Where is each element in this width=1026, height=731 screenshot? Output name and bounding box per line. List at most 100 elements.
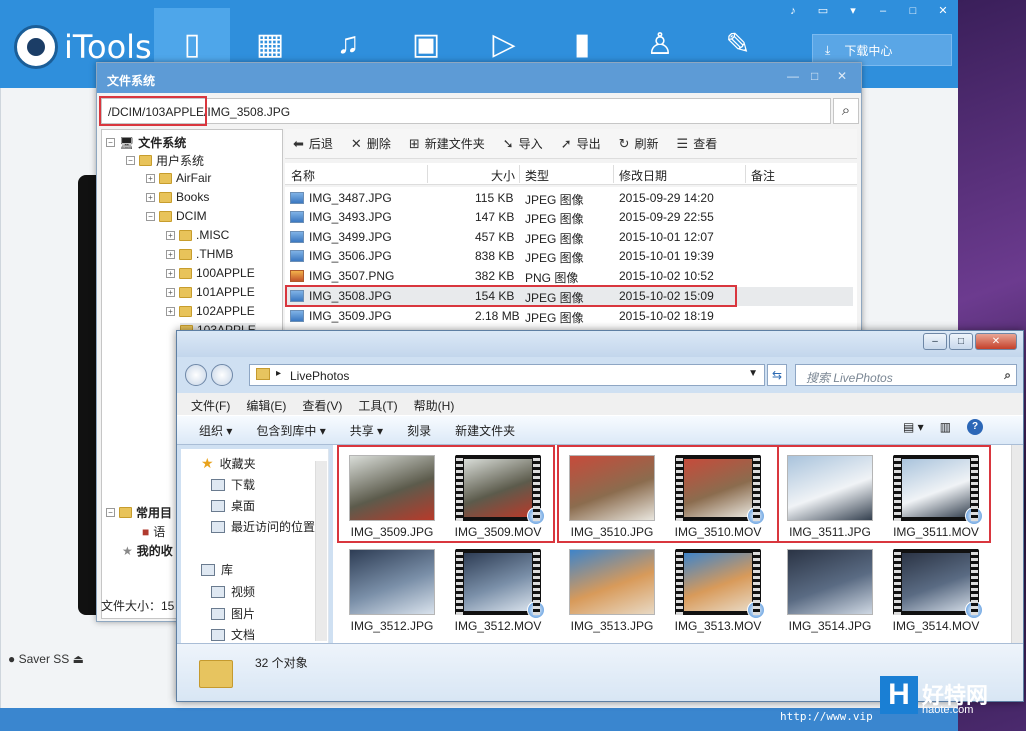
maximize-icon[interactable]: □ <box>811 69 818 83</box>
nav-scrollbar[interactable] <box>315 461 327 641</box>
settings-icon[interactable]: ▾ <box>846 4 860 18</box>
close-icon[interactable]: ✕ <box>936 4 950 18</box>
search-icon[interactable]: ⌕ <box>1004 368 1011 383</box>
content-scrollbar[interactable] <box>1011 445 1023 643</box>
delete-button[interactable]: ✕ 删除 <box>351 135 391 152</box>
column-note[interactable]: 备注 <box>751 167 775 184</box>
view-options-icon[interactable]: ▤ ▾ <box>903 420 924 434</box>
menu-tools[interactable]: 工具(T) <box>358 397 397 415</box>
menu-help[interactable]: 帮助(H) <box>414 397 455 415</box>
eject-icon[interactable]: ⏏ <box>73 652 84 666</box>
close-icon[interactable]: ✕ <box>837 69 847 83</box>
collapse-icon[interactable]: − <box>146 211 155 221</box>
table-row[interactable]: IMG_3507.PNG 382 KB PNG 图像 2015-10-02 10:52 <box>285 267 853 286</box>
photo-thumbnail[interactable]: IMG_3513.JPG <box>559 545 665 641</box>
nav-videos[interactable]: 视频 <box>211 583 255 600</box>
tree-item-favorites[interactable]: ★ 我的收 <box>122 542 173 559</box>
maximize-icon[interactable]: □ <box>906 4 920 18</box>
column-divider[interactable] <box>613 165 614 183</box>
table-row[interactable]: IMG_3493.JPG 147 KB JPEG 图像 2015-09-29 22:5… <box>285 208 853 227</box>
tree-root[interactable]: − 🖥 文件系统 <box>106 134 186 151</box>
breadcrumb[interactable]: LivePhotos <box>290 369 349 383</box>
tree-user-system[interactable]: − 用户系统 <box>126 152 204 169</box>
tree-label: DCIM <box>176 209 207 223</box>
minimize-icon[interactable]: — <box>787 69 799 83</box>
menu-edit[interactable]: 编辑(E) <box>246 397 286 415</box>
tree-item-books[interactable]: + Books <box>146 190 209 204</box>
column-date[interactable]: 修改日期 <box>619 167 667 184</box>
collapse-icon[interactable]: − <box>126 156 135 165</box>
expand-icon[interactable]: + <box>166 287 175 297</box>
chat-icon[interactable]: ▭ <box>816 4 830 18</box>
video-thumbnail[interactable]: IMG_3513.MOV <box>665 545 771 641</box>
maximize-icon[interactable]: □ <box>949 333 973 350</box>
view-button[interactable]: ☰ 查看 <box>677 135 718 152</box>
back-icon[interactable] <box>185 364 207 386</box>
column-divider[interactable] <box>519 165 520 183</box>
nav-desktop[interactable]: 桌面 <box>211 497 255 514</box>
file-date: 2015-09-29 14:20 <box>619 191 714 205</box>
photo-thumbnail[interactable]: IMG_3512.JPG <box>339 545 445 641</box>
column-name[interactable]: 名称 <box>291 167 315 184</box>
search-input[interactable]: 搜索 LivePhotos ⌕ <box>795 364 1017 386</box>
new-folder-button[interactable]: 新建文件夹 <box>455 422 515 439</box>
nav-recent-places[interactable]: 最近访问的位置 <box>211 518 315 535</box>
tree-item-misc[interactable]: + .MISC <box>166 228 229 242</box>
address-bar[interactable]: ▸ LivePhotos ▼ <box>249 364 765 386</box>
help-icon[interactable]: ? <box>967 419 984 435</box>
nav-downloads[interactable]: 下载 <box>211 476 255 493</box>
expand-icon[interactable]: + <box>166 230 175 240</box>
table-row[interactable]: IMG_3487.JPG 115 KB JPEG 图像 2015-09-29 14:2… <box>285 189 853 208</box>
tree-item-airfair[interactable]: + AirFair <box>146 171 211 185</box>
menu-view[interactable]: 查看(V) <box>302 397 342 415</box>
tree-item-101apple[interactable]: +101APPLE <box>166 285 255 299</box>
video-thumbnail[interactable]: IMG_3514.MOV <box>883 545 989 641</box>
expand-icon[interactable]: + <box>146 192 155 202</box>
tree-item-voice[interactable]: ■ 语 <box>142 523 165 540</box>
share-button[interactable]: 共享 ▾ <box>350 422 383 439</box>
tree-item-dcim[interactable]: − DCIM <box>146 209 207 223</box>
column-size[interactable]: 大小 <box>491 167 515 184</box>
tree-item-102apple[interactable]: +102APPLE <box>166 304 255 318</box>
organize-button[interactable]: 组织 ▾ <box>199 422 232 439</box>
expand-icon[interactable]: + <box>166 268 175 278</box>
collapse-icon[interactable]: − <box>106 138 115 147</box>
include-in-library-button[interactable]: 包含到库中 ▾ <box>256 422 325 439</box>
export-button[interactable]: ➚ 导出 <box>561 135 601 152</box>
collapse-icon[interactable]: − <box>106 508 115 517</box>
photo-thumbnail[interactable]: IMG_3514.JPG <box>777 545 883 641</box>
table-row[interactable]: IMG_3506.JPG 838 KB JPEG 图像 2015-10-01 19:3… <box>285 247 853 266</box>
back-button[interactable]: ⬅ 后退 <box>293 135 333 152</box>
nav-pictures[interactable]: 图片 <box>211 605 255 622</box>
expand-icon[interactable]: + <box>166 306 175 316</box>
table-row[interactable]: IMG_3509.JPG 2.18 MB JPEG 图像 2015-10-02 18:… <box>285 307 853 326</box>
table-row[interactable]: IMG_3499.JPG 457 KB JPEG 图像 2015-10-01 12:0… <box>285 228 853 247</box>
tree-item-100apple[interactable]: +100APPLE <box>166 266 255 280</box>
nav-favorites[interactable]: ★ 收藏夹 <box>201 455 256 472</box>
burn-button[interactable]: 刻录 <box>407 422 431 439</box>
refresh-button[interactable]: ↻ 刷新 <box>619 135 659 152</box>
forward-icon[interactable] <box>211 364 233 386</box>
menu-file[interactable]: 文件(F) <box>191 397 230 415</box>
expand-icon[interactable]: + <box>146 173 155 183</box>
chevron-down-icon[interactable]: ▼ <box>748 368 758 379</box>
column-divider[interactable] <box>745 165 746 183</box>
nav-libraries[interactable]: 库 <box>201 561 233 578</box>
video-thumbnail[interactable]: IMG_3512.MOV <box>445 545 551 641</box>
close-icon[interactable]: ✕ <box>975 333 1017 350</box>
minimize-icon[interactable]: – <box>876 4 890 18</box>
minimize-icon[interactable]: – <box>923 333 947 350</box>
preview-pane-icon[interactable]: ▥ <box>940 420 951 434</box>
column-divider[interactable] <box>427 165 428 183</box>
path-input[interactable]: /DCIM/103APPLE/IMG_3508.JPG <box>101 98 831 124</box>
tree-item-thmb[interactable]: + .THMB <box>166 247 233 261</box>
tree-item-common[interactable]: − 常用目 <box>106 504 172 521</box>
refresh-icon[interactable]: ⇆ <box>767 364 787 386</box>
nav-documents[interactable]: 文档 <box>211 626 255 643</box>
import-button[interactable]: ➘ 导入 <box>503 135 543 152</box>
column-type[interactable]: 类型 <box>525 167 549 184</box>
music-mini-icon[interactable]: ♪ <box>786 4 800 18</box>
expand-icon[interactable]: + <box>166 249 175 259</box>
search-icon[interactable]: ⌕ <box>833 98 859 124</box>
new-folder-button[interactable]: ⊞ 新建文件夹 <box>409 135 485 152</box>
